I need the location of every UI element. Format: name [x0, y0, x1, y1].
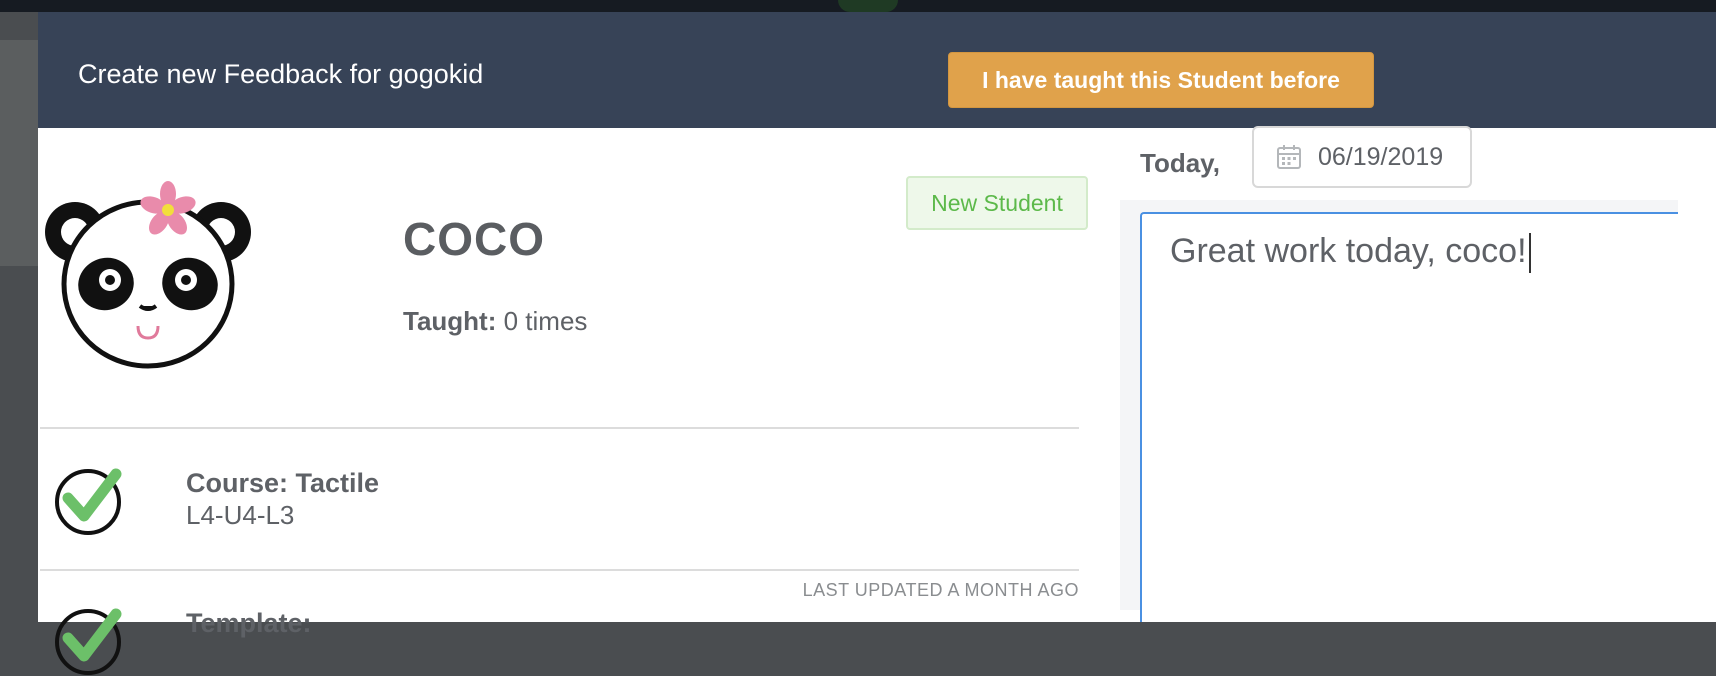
section-divider	[40, 427, 1079, 429]
taught-label: Taught:	[403, 306, 497, 336]
student-name: COCO	[403, 213, 545, 265]
text-cursor	[1528, 233, 1531, 274]
taught-value: 0 times	[503, 306, 588, 336]
modal-title: Create new Feedback for gogokid	[78, 59, 484, 89]
background-left-panel	[0, 40, 38, 266]
panda-avatar-icon	[45, 181, 251, 369]
course-title: Course: Tactile	[186, 468, 380, 498]
date-label: Today,	[1140, 148, 1220, 178]
feedback-textarea[interactable]: Great work today, coco!	[1140, 212, 1678, 622]
calendar-icon	[1276, 144, 1302, 170]
background-decoration	[838, 0, 898, 12]
background-top-bar	[0, 0, 1716, 12]
date-picker[interactable]: 06/19/2019	[1252, 126, 1472, 188]
template-last-updated: LAST UPDATED A MONTH AGO	[802, 580, 1079, 600]
new-student-badge: New Student	[906, 176, 1088, 230]
modal-header: Create new Feedback for gogokid I have t…	[38, 12, 1716, 128]
feedback-text: Great work today, coco!	[1170, 232, 1527, 270]
check-circle-icon	[55, 608, 122, 675]
taught-before-button[interactable]: I have taught this Student before	[948, 52, 1374, 108]
taught-count: Taught: 0 times	[403, 306, 587, 337]
section-divider	[40, 569, 1079, 571]
date-value: 06/19/2019	[1318, 142, 1444, 171]
course-code: L4-U4-L3	[186, 500, 295, 530]
template-title: Template:	[186, 608, 312, 638]
check-circle-icon	[55, 468, 122, 535]
